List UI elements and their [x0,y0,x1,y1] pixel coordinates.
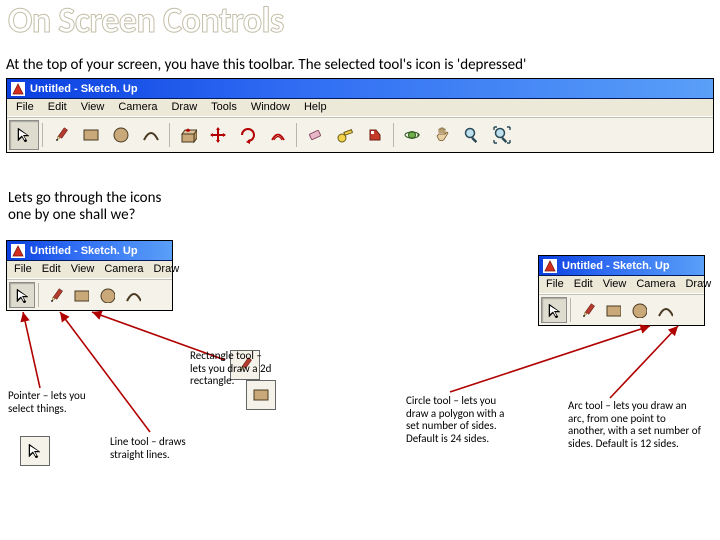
sketchup-window-right: Untitled - Sketch. Up File Edit View Cam… [538,255,705,326]
intro-text: At the top of your screen, you have this… [6,56,526,74]
app-icon [11,82,25,96]
toolbar-separator [296,123,297,147]
arc-tool[interactable] [652,297,678,323]
rotate-tool[interactable] [233,120,263,150]
menu-view[interactable]: View [67,262,99,276]
window-title: Untitled - Sketch. Up [30,83,138,95]
lead-text: Lets go through the icons one by one sha… [8,190,161,225]
eraser-tool[interactable] [300,120,330,150]
arc-tool[interactable] [120,282,146,308]
orbit-tool[interactable] [397,120,427,150]
menu-view[interactable]: View [75,100,111,114]
rectangle-tool[interactable] [68,282,94,308]
rectangle-tool[interactable] [76,120,106,150]
menu-file[interactable]: File [10,100,40,114]
slide-title: On Screen Controls [8,2,284,40]
circle-tool[interactable] [106,120,136,150]
toolbar-separator [570,298,571,322]
menu-edit[interactable]: Edit [42,100,73,114]
app-icon [11,244,25,258]
arc-tool[interactable] [136,120,166,150]
toolbar [539,294,704,325]
menu-draw[interactable]: Draw [149,262,183,276]
window-title: Untitled - Sketch. Up [30,245,138,257]
menu-camera[interactable]: Camera [112,100,163,114]
menu-file[interactable]: File [10,262,36,276]
line-tool[interactable] [42,282,68,308]
toolbar [7,279,172,310]
titlebar: Untitled - Sketch. Up [539,256,704,276]
note-circle: Circle tool – lets you draw a polygon wi… [406,395,506,446]
offset-tool[interactable] [263,120,293,150]
push-pull-tool[interactable] [173,120,203,150]
menu-file[interactable]: File [542,277,568,291]
note-pointer: Pointer – lets you select things. [8,390,88,415]
line-tool[interactable] [46,120,76,150]
menu-view[interactable]: View [599,277,631,291]
titlebar: Untitled - Sketch. Up [7,79,713,99]
menubar: File Edit View Camera Draw [539,276,704,294]
menu-edit[interactable]: Edit [570,277,597,291]
pointer-tool[interactable] [9,282,35,308]
toolbar-separator [42,123,43,147]
toolbar-separator [169,123,170,147]
menu-draw[interactable]: Draw [681,277,715,291]
circle-tool[interactable] [626,297,652,323]
line-tool[interactable] [574,297,600,323]
toolbar-separator [393,123,394,147]
titlebar: Untitled - Sketch. Up [7,241,172,261]
tape-measure-tool[interactable] [330,120,360,150]
sketchup-window-large: Untitled - Sketch. Up File Edit View Cam… [6,78,714,153]
paint-tool[interactable] [360,120,390,150]
pointer-tool-thumb [20,436,50,466]
pointer-tool[interactable] [541,297,567,323]
menu-camera[interactable]: Camera [632,277,679,291]
menu-tools[interactable]: Tools [205,100,243,114]
pointer-tool[interactable] [9,120,39,150]
toolbar-separator [38,283,39,307]
pointer-icon [26,442,44,460]
zoom-tool[interactable] [457,120,487,150]
menu-edit[interactable]: Edit [38,262,65,276]
toolbar [7,117,713,152]
menu-draw[interactable]: Draw [165,100,203,114]
zoom-extents-tool[interactable] [487,120,517,150]
note-rect: Rectangle tool – lets you draw a 2d rect… [190,350,275,388]
note-line: Line tool – draws straight lines. [110,436,200,461]
menu-camera[interactable]: Camera [100,262,147,276]
menu-help[interactable]: Help [298,100,333,114]
lead-line2: one by one shall we? [8,206,136,224]
note-arc: Arc tool – lets you draw an arc, from on… [568,400,703,451]
menubar: File Edit View Camera Draw [7,261,172,279]
rectangle-icon [252,386,270,404]
app-icon [543,259,557,273]
menubar: File Edit View Camera Draw Tools Window … [7,99,713,117]
menu-window[interactable]: Window [245,100,296,114]
lead-line1: Lets go through the icons [8,189,161,207]
sketchup-window-left: Untitled - Sketch. Up File Edit View Cam… [6,240,173,311]
rectangle-tool[interactable] [600,297,626,323]
circle-tool[interactable] [94,282,120,308]
window-title: Untitled - Sketch. Up [562,260,670,272]
pan-tool[interactable] [427,120,457,150]
move-tool[interactable] [203,120,233,150]
